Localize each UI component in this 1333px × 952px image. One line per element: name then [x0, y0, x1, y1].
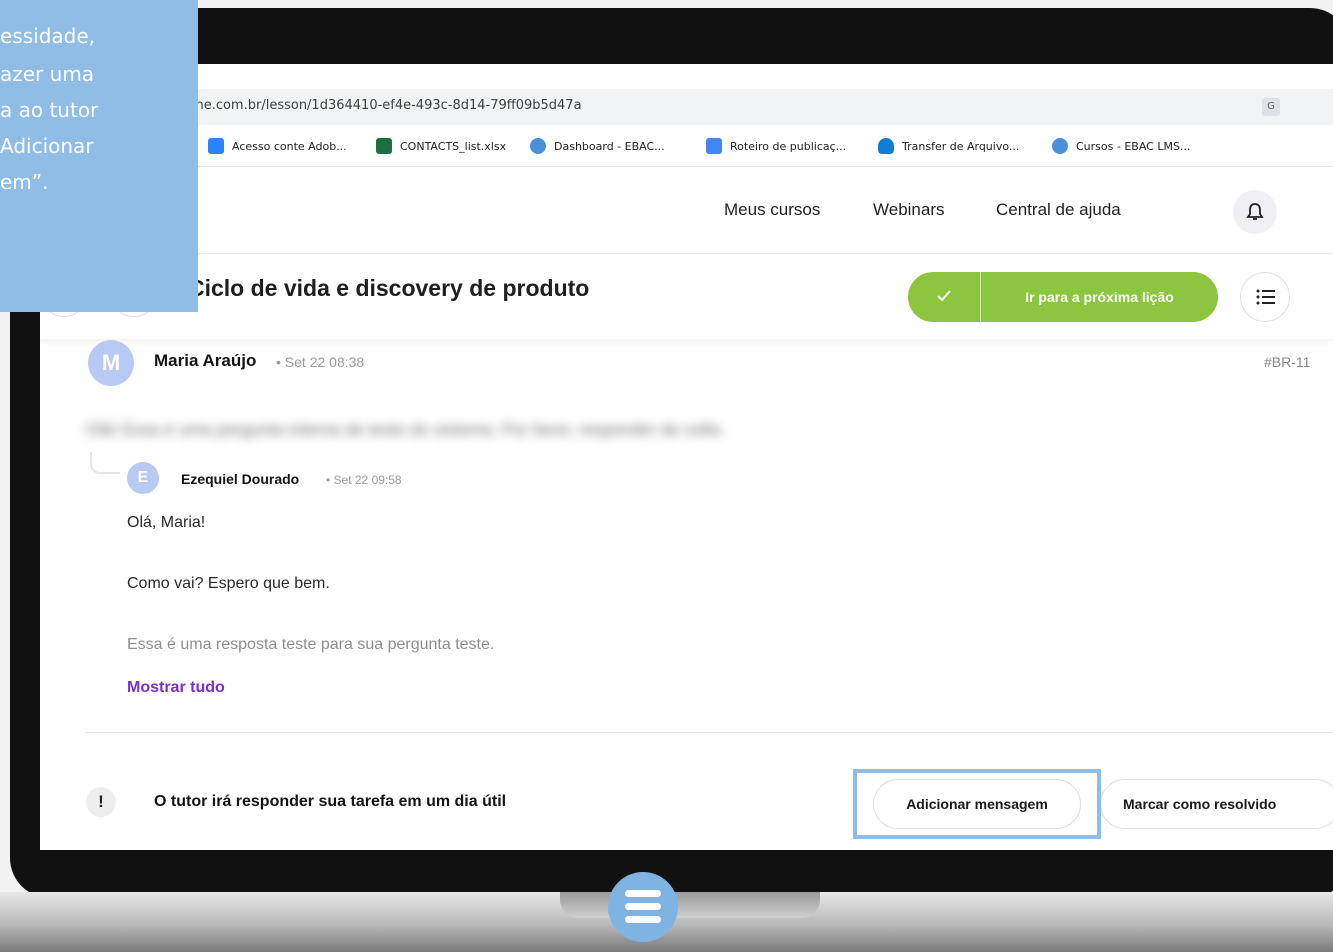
bookmark-label: Transfer de Arquivo...: [902, 139, 1020, 153]
site-header: Meus cursos Webinars Central de ajuda: [40, 168, 1333, 254]
jira-icon: [208, 138, 224, 154]
menu-icon: [625, 890, 661, 897]
exclamation-icon: !: [86, 787, 116, 817]
question-timestamp: • Set 22 08:38: [276, 354, 365, 370]
bookmark-item[interactable]: Cursos - EBAC LMS...: [1052, 138, 1190, 154]
menu-button[interactable]: [608, 872, 678, 942]
callout-line: Adicionar: [0, 134, 94, 158]
bookmark-item[interactable]: Acesso conte Adob...: [208, 138, 347, 154]
lesson-title: Ciclo de vida e discovery de produto: [188, 275, 590, 301]
bookmark-label: Dashboard - EBAC...: [554, 139, 665, 153]
lesson-bar: Ciclo de vida e discovery de produto Ir …: [40, 255, 1333, 339]
bookmarks-bar: Acesso conte Adob... CONTACTS_list.xlsx …: [40, 125, 1333, 167]
ticket-id: #BR-11: [1264, 354, 1311, 370]
bookmark-item[interactable]: Dashboard - EBAC...: [530, 138, 665, 154]
bookmark-item[interactable]: Roteiro de publicaç...: [706, 138, 846, 154]
nav-central-de-ajuda[interactable]: Central de ajuda: [996, 200, 1121, 220]
question-text: Olá! Essa é uma pergunta interna de test…: [86, 420, 725, 439]
complete-check[interactable]: [908, 272, 981, 322]
highlight-box: [853, 769, 1101, 839]
question-author: Maria Araújo: [154, 351, 257, 370]
mark-resolved-button[interactable]: Marcar como resolvido: [1100, 779, 1333, 829]
menu-icon: [625, 903, 661, 910]
avatar: M: [88, 340, 134, 386]
callout-line: essidade,: [0, 24, 96, 48]
tutorial-callout: essidade, azer uma a ao tutor Adicionar …: [0, 0, 198, 312]
nav-meus-cursos[interactable]: Meus cursos: [724, 200, 820, 220]
reply-author: Ezequiel Dourado: [181, 471, 300, 487]
callout-line: azer uma: [0, 62, 95, 86]
docs-icon: [706, 138, 722, 154]
callout-line: a ao tutor: [0, 98, 99, 122]
screen: nline.com.br/lesson/1d364410-ef4e-493c-8…: [40, 64, 1333, 850]
laptop-notch: [560, 892, 820, 918]
list-icon: [1256, 289, 1275, 305]
callout-line: em”.: [0, 170, 49, 194]
lesson-list-button[interactable]: [1240, 272, 1290, 322]
address-bar[interactable]: nline.com.br/lesson/1d364410-ef4e-493c-8…: [40, 89, 1333, 125]
bookmark-item[interactable]: CONTACTS_list.xlsx: [376, 138, 506, 154]
ebac-icon: [530, 138, 546, 154]
bookmark-label: CONTACTS_list.xlsx: [400, 139, 507, 153]
tutor-response-note: O tutor irá responder sua tarefa em um d…: [154, 793, 507, 810]
reply-line: Olá, Maria!: [127, 514, 206, 531]
avatar: E: [127, 462, 159, 494]
reply-timestamp: • Set 22 09:58: [326, 473, 402, 487]
reply-line: Como vai? Espero que bem.: [127, 575, 330, 592]
check-icon: [937, 290, 951, 302]
show-all-link[interactable]: Mostrar tudo: [127, 679, 225, 697]
bookmark-item[interactable]: Transfer de Arquivo...: [878, 138, 1019, 154]
bell-icon: [1246, 203, 1264, 220]
bookmark-label: Cursos - EBAC LMS...: [1076, 139, 1191, 153]
notifications-button[interactable]: [1233, 190, 1277, 234]
reply-connector: [90, 452, 120, 474]
excel-icon: [376, 138, 392, 154]
url-text[interactable]: nline.com.br/lesson/1d364410-ef4e-493c-8…: [180, 98, 582, 113]
reply-line: Essa é uma resposta teste para sua pergu…: [127, 636, 495, 653]
cloud-icon: [878, 138, 894, 154]
next-lesson-label: Ir para a próxima lição: [1025, 289, 1174, 305]
bookmark-label: Roteiro de publicaç...: [730, 139, 847, 153]
next-lesson-button[interactable]: Ir para a próxima lição: [908, 272, 1218, 322]
nav-webinars[interactable]: Webinars: [873, 200, 945, 220]
menu-icon: [625, 916, 661, 923]
translate-icon[interactable]: G: [1262, 98, 1280, 116]
divider: [86, 732, 1333, 733]
bookmark-label: Acesso conte Adob...: [232, 139, 347, 153]
ebac-icon: [1052, 138, 1068, 154]
